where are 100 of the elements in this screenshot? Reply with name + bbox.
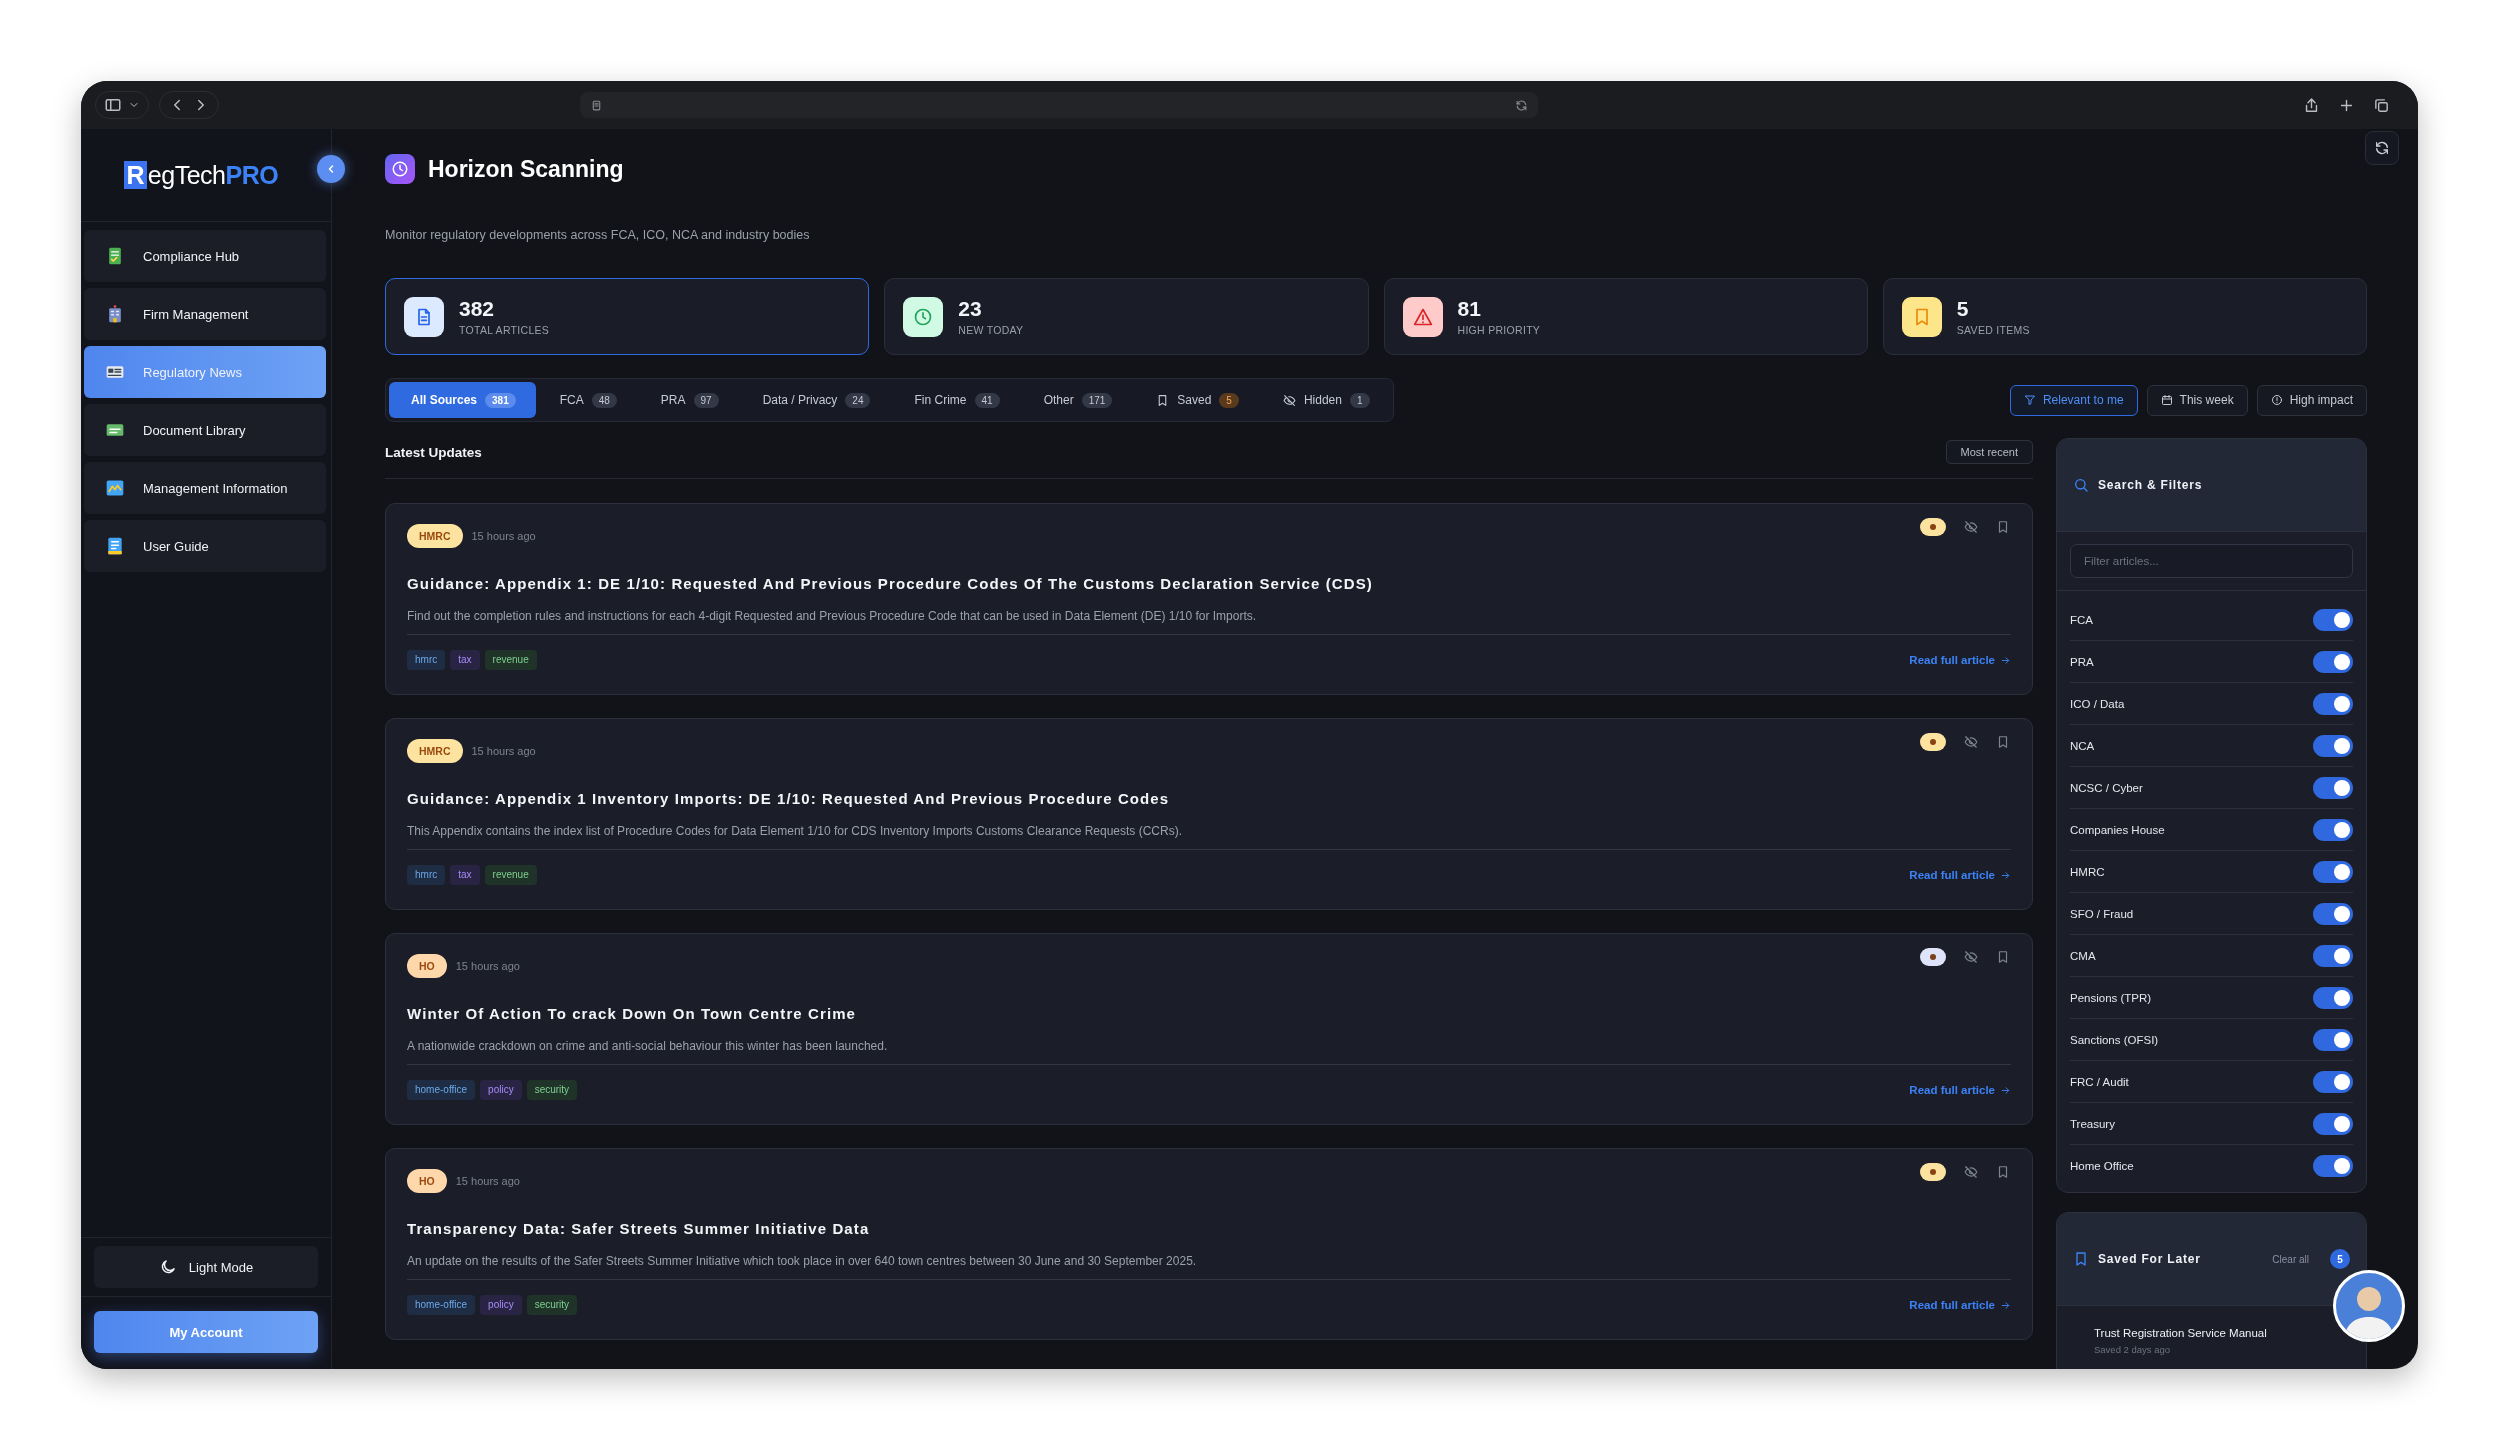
stat-card[interactable]: 5 SAVED ITEMS — [1882, 278, 2367, 355]
tag: hmrc — [407, 650, 446, 670]
source-tab[interactable]: Fin Crime 41 — [894, 382, 1020, 418]
filter-label: Treasury — [2070, 1117, 2115, 1130]
timestamp: 15 hours ago — [471, 530, 536, 542]
stat-value: 382 — [459, 297, 496, 321]
collapse-button[interactable] — [317, 155, 345, 183]
read-more-link[interactable]: Read full article — [1909, 869, 2011, 881]
nav-item[interactable]: Document Library — [84, 404, 326, 456]
count-badge: 5 — [2330, 1249, 2350, 1269]
read-more-link[interactable]: Read full article — [1909, 654, 2011, 666]
tag: hmrc — [407, 865, 446, 885]
filter-label: Home Office — [2070, 1159, 2134, 1172]
nav-item[interactable]: User Guide — [84, 520, 326, 572]
article-title[interactable]: Guidance: Appendix 1 Inventory Imports: DE 1/10: Requested And Previous Procedure Codes — [407, 790, 2011, 807]
tag: policy — [480, 1295, 522, 1315]
hide-icon[interactable] — [1964, 1165, 1978, 1179]
article-summary: A nationwide crackdown on crime and anti-social behaviour this winter has been launched. — [407, 1039, 889, 1053]
toggle-switch[interactable] — [2313, 1112, 2353, 1135]
stat-card[interactable]: 382 TOTAL ARTICLES — [385, 278, 870, 355]
bookmark-icon[interactable] — [1996, 735, 2010, 749]
article-summary: This Appendix contains the index list of Procedure Codes for Data Element 1/10 for CDS Inventory Imports Customs Clearance Requests (CCRs). — [407, 824, 1183, 838]
section-title: Latest Updates — [385, 444, 482, 460]
filter-label: FCA — [2070, 613, 2093, 626]
logo: RegTechPRO — [123, 160, 279, 190]
toggle-switch[interactable] — [2313, 650, 2353, 673]
read-more-link[interactable]: Read full article — [1909, 1299, 2011, 1311]
article-title[interactable]: Transparency Data: Safer Streets Summer Initiative Data — [407, 1220, 2011, 1237]
theme-button[interactable]: Light Mode — [94, 1246, 318, 1288]
panel-title: Search & Filters — [2098, 478, 2203, 492]
bookmark-icon — [2073, 1251, 2089, 1267]
nav-item[interactable]: Compliance Hub — [84, 230, 326, 282]
refresh-button[interactable] — [2365, 131, 2399, 165]
filter-label: PRA — [2070, 655, 2094, 668]
toggle-switch[interactable] — [2313, 860, 2353, 883]
source-tab[interactable]: Saved 5 — [1136, 382, 1259, 418]
chart-icon — [105, 478, 125, 498]
toggle-switch[interactable] — [2313, 902, 2353, 925]
article-title[interactable]: Guidance: Appendix 1: DE 1/10: Requested And Previous Procedure Codes Of The Customs Declaration Service (CDS) — [407, 575, 2011, 592]
tag: policy — [480, 1080, 522, 1100]
filter-label: NCSC / Cyber — [2070, 781, 2143, 794]
toggle-switch[interactable] — [2313, 608, 2353, 631]
nav-item[interactable]: Management Information — [84, 462, 326, 514]
filter-label: CMA — [2070, 949, 2096, 962]
source-tab[interactable]: PRA 97 — [640, 382, 739, 418]
tabs-icon[interactable] — [2373, 96, 2390, 114]
sort-button[interactable]: Most recent — [1945, 440, 2033, 464]
share-icon[interactable] — [2303, 96, 2320, 114]
toggle-switch[interactable] — [2313, 776, 2353, 799]
count-badge: 48 — [591, 392, 617, 408]
timestamp: 15 hours ago — [471, 745, 536, 757]
bookmark-icon[interactable] — [1996, 1165, 2010, 1179]
count-badge: 1 — [1349, 392, 1370, 408]
search-field[interactable]: Filter articles... — [2070, 544, 2353, 578]
read-more-link[interactable]: Read full article — [1909, 1084, 2011, 1096]
hide-icon[interactable] — [1964, 950, 1978, 964]
filter-button[interactable]: High impact — [2256, 384, 2367, 416]
source-tab[interactable]: Hidden 1 — [1262, 382, 1390, 418]
reload-icon[interactable] — [1515, 98, 1528, 112]
source-tab[interactable]: Other 171 — [1023, 382, 1133, 418]
toggle-switch[interactable] — [2313, 986, 2353, 1009]
stat-card[interactable]: 23 NEW TODAY — [884, 278, 1369, 355]
tag: revenue — [484, 865, 537, 885]
toggle-switch[interactable] — [2313, 944, 2353, 967]
stat-label: NEW TODAY — [958, 324, 1024, 336]
timestamp: 15 hours ago — [455, 1175, 520, 1187]
source-tab[interactable]: Data / Privacy 24 — [742, 382, 891, 418]
nav-item[interactable]: Firm Management — [84, 288, 326, 340]
count-badge: 5 — [1219, 392, 1239, 408]
article-title[interactable]: Winter Of Action To crack Down On Town Centre Crime — [407, 1005, 2011, 1022]
hide-icon[interactable] — [1964, 735, 1978, 749]
calendar-icon — [2160, 394, 2173, 406]
filter-button[interactable]: This week — [2146, 384, 2248, 416]
toggle-switch[interactable] — [2313, 734, 2353, 757]
filter-label: Sanctions (OFSI) — [2070, 1033, 2159, 1046]
source-badge: HO — [407, 954, 447, 978]
toggle-switch[interactable] — [2313, 1154, 2353, 1177]
clock-icon — [913, 306, 934, 327]
sidebar-icon[interactable] — [104, 96, 122, 114]
stat-value: 81 — [1457, 297, 1482, 321]
hide-icon[interactable] — [1964, 520, 1978, 534]
count-badge: 97 — [693, 392, 719, 408]
source-tab[interactable]: FCA 48 — [539, 382, 637, 418]
clear-button[interactable]: Clear all — [2272, 1253, 2309, 1265]
source-tab[interactable]: All Sources 381 — [389, 382, 536, 418]
timestamp: 15 hours ago — [455, 960, 520, 972]
bookmark-icon[interactable] — [1996, 950, 2010, 964]
alert-circle-icon — [2270, 394, 2283, 406]
toggle-switch[interactable] — [2313, 818, 2353, 841]
filter-button[interactable]: Relevant to me — [2009, 384, 2138, 416]
toggle-switch[interactable] — [2313, 692, 2353, 715]
bookmark-icon[interactable] — [1996, 520, 2010, 534]
toggle-switch[interactable] — [2313, 1070, 2353, 1093]
count-badge: 41 — [974, 392, 1000, 408]
count-badge: 24 — [845, 392, 871, 408]
toggle-switch[interactable] — [2313, 1028, 2353, 1051]
saved-item-title[interactable]: Trust Registration Service Manual — [2094, 1327, 2267, 1339]
tag: security — [526, 1295, 578, 1315]
stat-card[interactable]: 81 HIGH PRIORITY — [1383, 278, 1868, 355]
tag: home-office — [407, 1295, 476, 1315]
